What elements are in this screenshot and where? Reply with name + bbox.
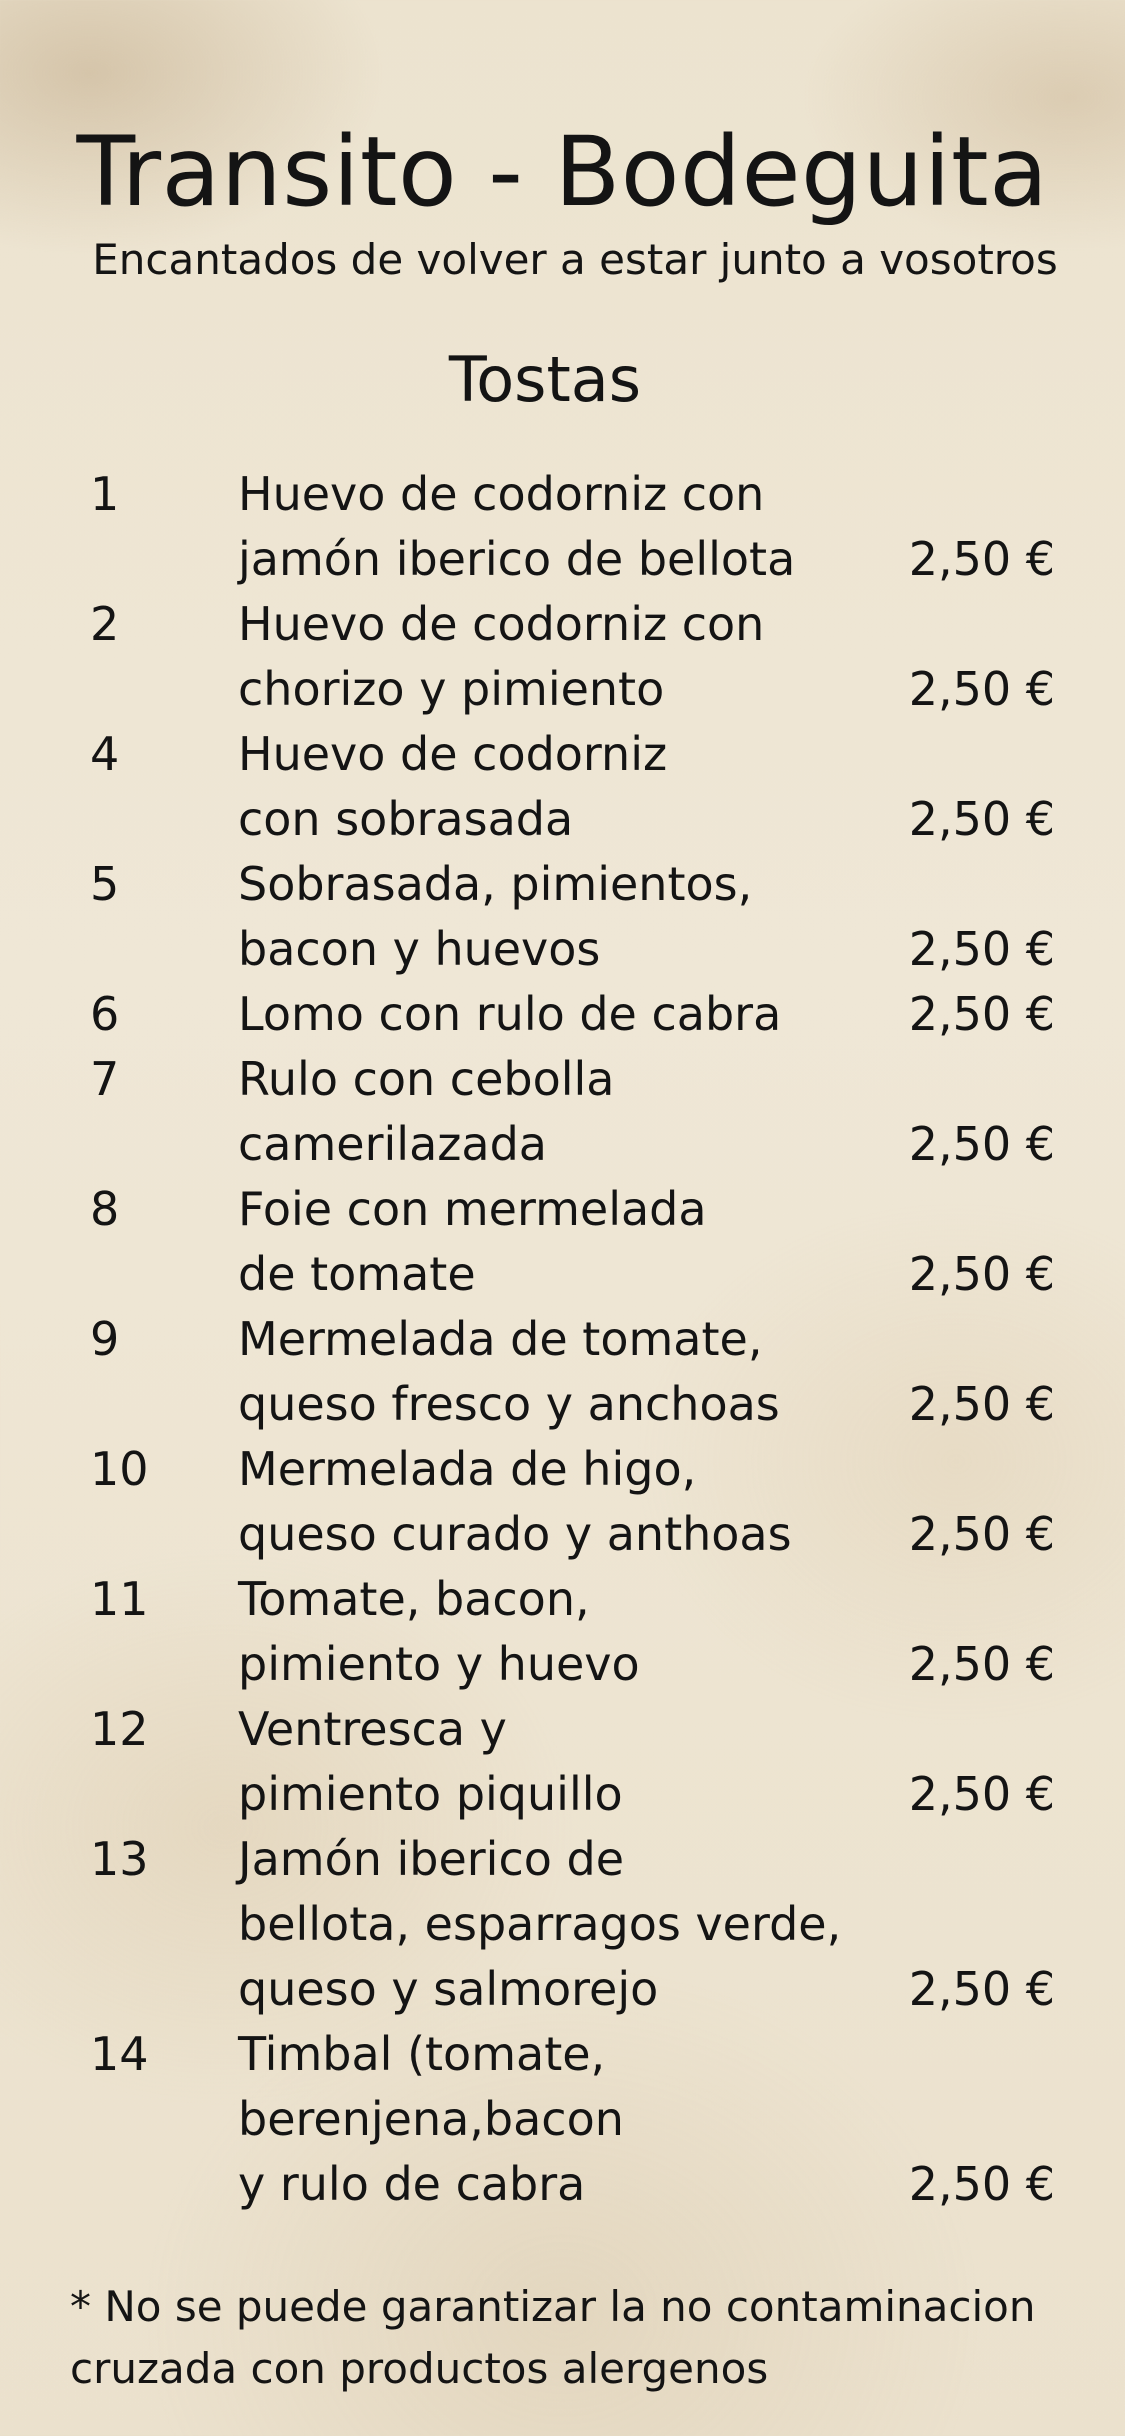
menu-item: 8 Foie con mermelada de tomate 2,50 € <box>0 1177 1125 1307</box>
item-description: Huevo de codorniz con sobrasada <box>238 722 878 852</box>
item-description-line: jamón iberico de bellota <box>238 532 796 586</box>
item-description-line: Rulo con cebolla <box>238 1052 615 1106</box>
item-description-line: pimiento piquillo <box>238 1767 623 1821</box>
item-price: 2,50 € <box>908 2157 1055 2211</box>
item-description: Huevo de codorniz con jamón iberico de be… <box>238 462 878 592</box>
item-description-line: berenjena,bacon <box>238 2092 624 2146</box>
menu-item: 10 Mermelada de higo, queso curado y antho… <box>0 1437 1125 1567</box>
item-description: Foie con mermelada de tomate <box>238 1177 878 1307</box>
item-number: 4 <box>90 727 120 781</box>
item-description-line: y rulo de cabra <box>238 2157 586 2211</box>
menu-item: 9 Mermelada de tomate, queso fresco y anch… <box>0 1307 1125 1437</box>
menu-item: 11 Tomate, bacon, pimiento y huevo 2,50 € <box>0 1567 1125 1697</box>
item-description-line: con sobrasada <box>238 792 574 846</box>
footnote-line: * No se puede garantizar la no contamina… <box>70 2282 1036 2331</box>
restaurant-subtitle: Encantados de volver a estar junto a vos… <box>92 235 1058 284</box>
item-description-line: bacon y huevos <box>238 922 601 976</box>
item-number: 7 <box>90 1052 120 1106</box>
item-description-line: Ventresca y <box>238 1702 507 1756</box>
allergen-footnote: * No se puede garantizar la no contamina… <box>70 2276 1110 2400</box>
item-description-line: Huevo de codorniz <box>238 727 668 781</box>
item-description-line: de tomate <box>238 1247 476 1301</box>
item-number: 8 <box>90 1182 120 1236</box>
menu-item: 12 Ventresca y pimiento piquillo 2,50 € <box>0 1697 1125 1827</box>
item-price: 2,50 € <box>908 1962 1055 2016</box>
item-description-line: Tomate, bacon, <box>238 1572 590 1626</box>
menu-item: 14 Timbal (tomate, berenjena,bacon y rulo d… <box>0 2022 1125 2217</box>
item-number: 2 <box>90 597 120 651</box>
item-price: 2,50 € <box>908 1767 1055 1821</box>
item-description-line: chorizo y pimiento <box>238 662 665 716</box>
item-price: 2,50 € <box>908 987 1055 1041</box>
item-number: 12 <box>90 1702 149 1756</box>
item-description: Rulo con cebolla camerilazada <box>238 1047 878 1177</box>
item-description: Jamón iberico de bellota, esparragos verd… <box>238 1827 878 2022</box>
item-price: 2,50 € <box>908 1117 1055 1171</box>
footnote-line: cruzada con productos alergenos <box>70 2344 769 2393</box>
item-description-line: Jamón iberico de <box>238 1832 625 1886</box>
item-price: 2,50 € <box>908 1247 1055 1301</box>
item-price: 2,50 € <box>908 532 1055 586</box>
menu-item: 5 Sobrasada, pimientos, bacon y huevos 2,50… <box>0 852 1125 982</box>
item-description-line: Mermelada de higo, <box>238 1442 697 1496</box>
item-description-line: queso fresco y anchoas <box>238 1377 780 1431</box>
menu-item: 2 Huevo de codorniz con chorizo y pimiento… <box>0 592 1125 722</box>
item-description: Mermelada de tomate, queso fresco y ancho… <box>238 1307 878 1437</box>
menu-item: 6 Lomo con rulo de cabra 2,50 € <box>0 982 1125 1047</box>
item-description-line: Mermelada de tomate, <box>238 1312 763 1366</box>
item-number: 5 <box>90 857 120 911</box>
item-number: 10 <box>90 1442 149 1496</box>
item-description: Ventresca y pimiento piquillo <box>238 1697 878 1827</box>
item-description-line: Huevo de codorniz con <box>238 597 765 651</box>
section-title: Tostas <box>448 343 642 416</box>
item-number: 1 <box>90 467 120 521</box>
item-price: 2,50 € <box>908 1377 1055 1431</box>
item-number: 9 <box>90 1312 120 1366</box>
menu-item: 4 Huevo de codorniz con sobrasada 2,50 € <box>0 722 1125 852</box>
item-price: 2,50 € <box>908 662 1055 716</box>
menu-item: 7 Rulo con cebolla camerilazada 2,50 € <box>0 1047 1125 1177</box>
item-description-line: Lomo con rulo de cabra <box>238 987 782 1041</box>
item-description: Sobrasada, pimientos, bacon y huevos <box>238 852 878 982</box>
item-description: Lomo con rulo de cabra <box>238 982 878 1047</box>
item-description-line: camerilazada <box>238 1117 547 1171</box>
item-description-line: queso y salmorejo <box>238 1962 659 2016</box>
menu-page: Transito - Bodeguita Encantados de volve… <box>0 0 1125 2436</box>
item-description-line: Huevo de codorniz con <box>238 467 765 521</box>
item-description-line: Sobrasada, pimientos, <box>238 857 753 911</box>
item-description: Huevo de codorniz con chorizo y pimiento <box>238 592 878 722</box>
item-description: Timbal (tomate, berenjena,bacon y rulo de … <box>238 2022 878 2217</box>
item-price: 2,50 € <box>908 1507 1055 1561</box>
item-description-line: queso curado y anthoas <box>238 1507 792 1561</box>
item-description: Tomate, bacon, pimiento y huevo <box>238 1567 878 1697</box>
item-number: 14 <box>90 2027 149 2081</box>
item-number: 6 <box>90 987 120 1041</box>
menu-list: 1 Huevo de codorniz con jamón iberico de b… <box>0 462 1125 2217</box>
item-description-line: pimiento y huevo <box>238 1637 640 1691</box>
item-description-line: bellota, esparragos verde, <box>238 1897 842 1951</box>
item-price: 2,50 € <box>908 1637 1055 1691</box>
restaurant-title: Transito - Bodeguita <box>76 116 1049 228</box>
item-number: 13 <box>90 1832 149 1886</box>
menu-item: 13 Jamón iberico de bellota, esparragos ve… <box>0 1827 1125 2022</box>
menu-item: 1 Huevo de codorniz con jamón iberico de b… <box>0 462 1125 592</box>
item-number: 11 <box>90 1572 149 1626</box>
item-price: 2,50 € <box>908 792 1055 846</box>
item-price: 2,50 € <box>908 922 1055 976</box>
item-description-line: Timbal (tomate, <box>238 2027 606 2081</box>
item-description-line: Foie con mermelada <box>238 1182 707 1236</box>
item-description: Mermelada de higo, queso curado y anthoas <box>238 1437 878 1567</box>
